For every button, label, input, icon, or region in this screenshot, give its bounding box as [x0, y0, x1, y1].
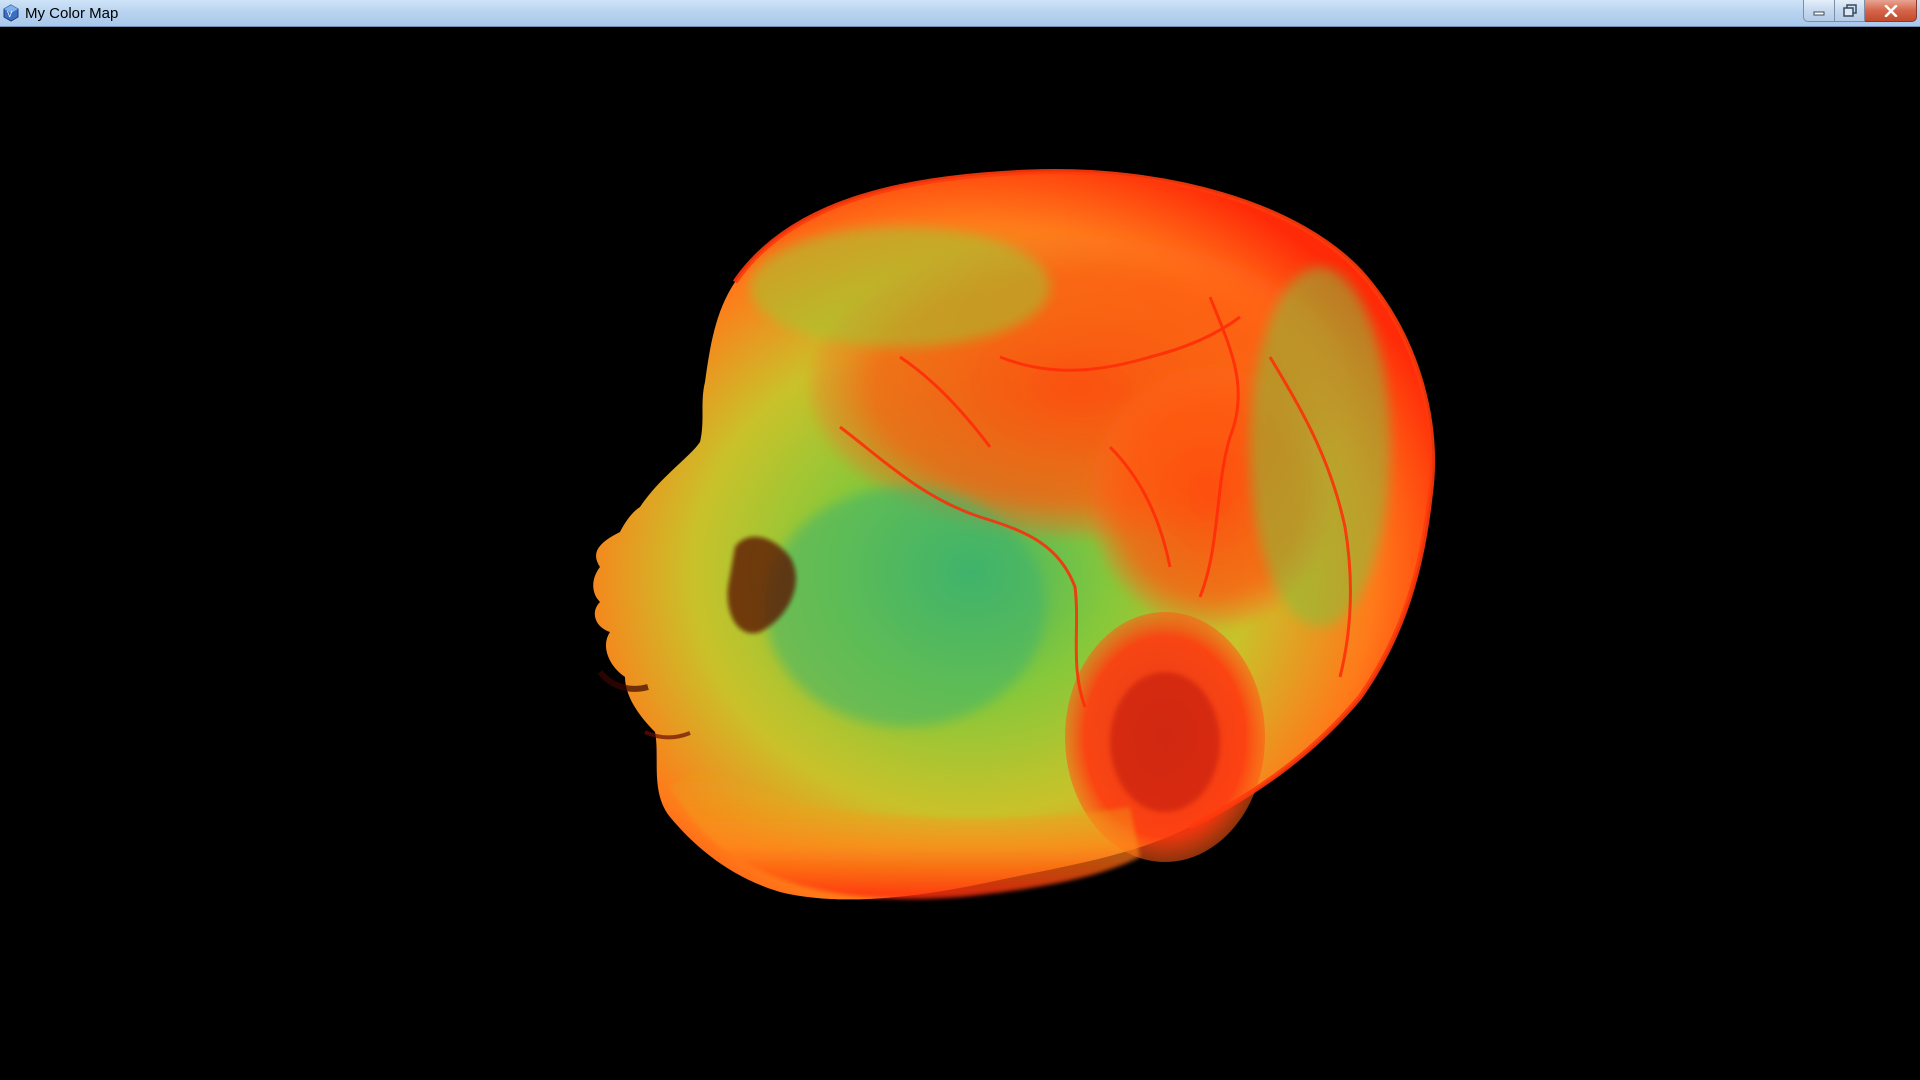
- maximize-icon: [1842, 3, 1857, 17]
- app-window: V My Color Map: [0, 0, 1920, 1080]
- minimize-button[interactable]: [1803, 0, 1835, 22]
- render-viewport[interactable]: [0, 27, 1920, 1080]
- close-icon: [1884, 4, 1897, 17]
- svg-text:V: V: [7, 10, 13, 19]
- ear-inner: [1110, 672, 1220, 812]
- volume-rendered-head: [593, 169, 1435, 900]
- minimize-icon: [1813, 11, 1825, 15]
- maximize-button[interactable]: [1835, 0, 1865, 22]
- title-bar[interactable]: V My Color Map: [0, 0, 1920, 27]
- window-controls: [1803, 0, 1917, 23]
- vtk-app-icon: V: [3, 4, 19, 22]
- forehead-highlight: [750, 227, 1050, 347]
- window-title: My Color Map: [25, 5, 119, 22]
- close-button[interactable]: [1865, 0, 1917, 22]
